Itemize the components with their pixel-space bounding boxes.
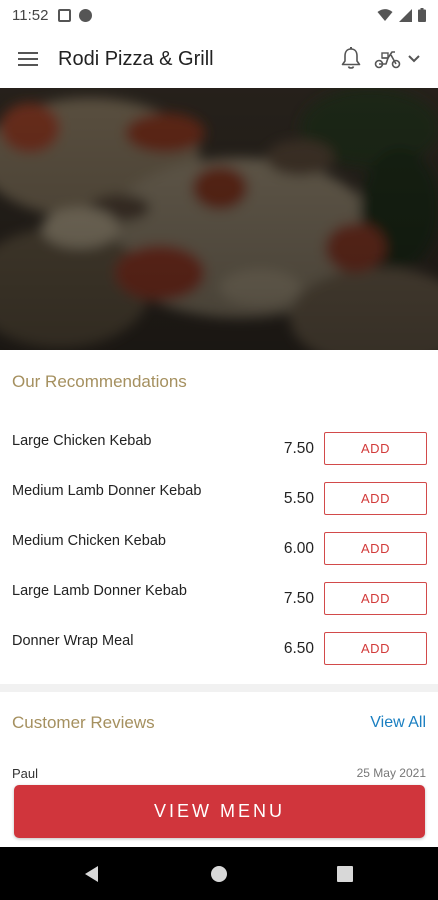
pizza-photo [0,88,438,350]
restaurant-hero-image [0,88,438,350]
add-button[interactable]: ADD [324,482,427,515]
recommendations-section: Our Recommendations Large Chicken Kebab … [0,350,438,684]
status-notification-icons [58,8,93,22]
item-name: Medium Chicken Kebab [12,533,166,549]
item-name: Medium Lamb Donner Kebab [12,483,202,499]
item-price: 7.50 [283,590,314,607]
battery-icon [418,8,426,22]
scooter-icon [374,51,401,69]
hamburger-icon[interactable] [18,51,38,67]
signal-icon [399,8,412,22]
add-button[interactable]: ADD [324,432,427,465]
recents-icon[interactable] [337,865,353,882]
review-author: Paul [12,766,39,781]
recommendations-title: Our Recommendations [12,372,187,391]
back-icon[interactable] [83,865,101,883]
view-menu-button[interactable]: VIEW MENU [14,785,425,838]
item-price: 6.50 [283,640,314,657]
reviews-title: Customer Reviews [12,713,155,732]
add-button[interactable]: ADD [324,632,427,665]
recommendation-item: Medium Chicken Kebab 6.00 ADD [0,532,438,583]
view-all-reviews-link[interactable]: View All [370,714,426,732]
reviews-section: Customer Reviews View All Paul 25 May 20… [0,692,438,787]
add-button[interactable]: ADD [324,532,427,565]
item-price: 5.50 [283,490,314,507]
notification-circle-icon [79,8,93,22]
system-navigation-bar [0,847,438,900]
status-system-icons [377,8,426,22]
section-divider [0,684,438,692]
chevron-down-icon [408,55,420,63]
status-bar: 11:52 [0,0,438,30]
recommendation-item: Donner Wrap Meal 6.50 ADD [0,632,438,683]
app-bar-actions [340,47,420,71]
wifi-icon [377,8,393,21]
item-name: Donner Wrap Meal [12,633,134,649]
item-name: Large Chicken Kebab [12,433,152,449]
item-price: 7.50 [283,440,314,457]
item-price: 6.00 [283,540,314,557]
review-date: 25 May 2021 [356,766,426,780]
add-button[interactable]: ADD [324,582,427,615]
recommendation-item: Medium Lamb Donner Kebab 5.50 ADD [0,482,438,533]
notification-app-icon [58,8,72,22]
app-bar: Rodi Pizza & Grill [0,30,438,88]
recommendation-item: Large Lamb Donner Kebab 7.50 ADD [0,582,438,633]
home-icon[interactable] [210,865,228,883]
status-time: 11:52 [12,6,49,24]
bell-icon[interactable] [340,47,362,71]
app-title: Rodi Pizza & Grill [58,47,214,70]
item-name: Large Lamb Donner Kebab [12,583,187,599]
recommendation-item: Large Chicken Kebab 7.50 ADD [0,432,438,483]
delivery-mode-selector[interactable] [374,49,420,69]
